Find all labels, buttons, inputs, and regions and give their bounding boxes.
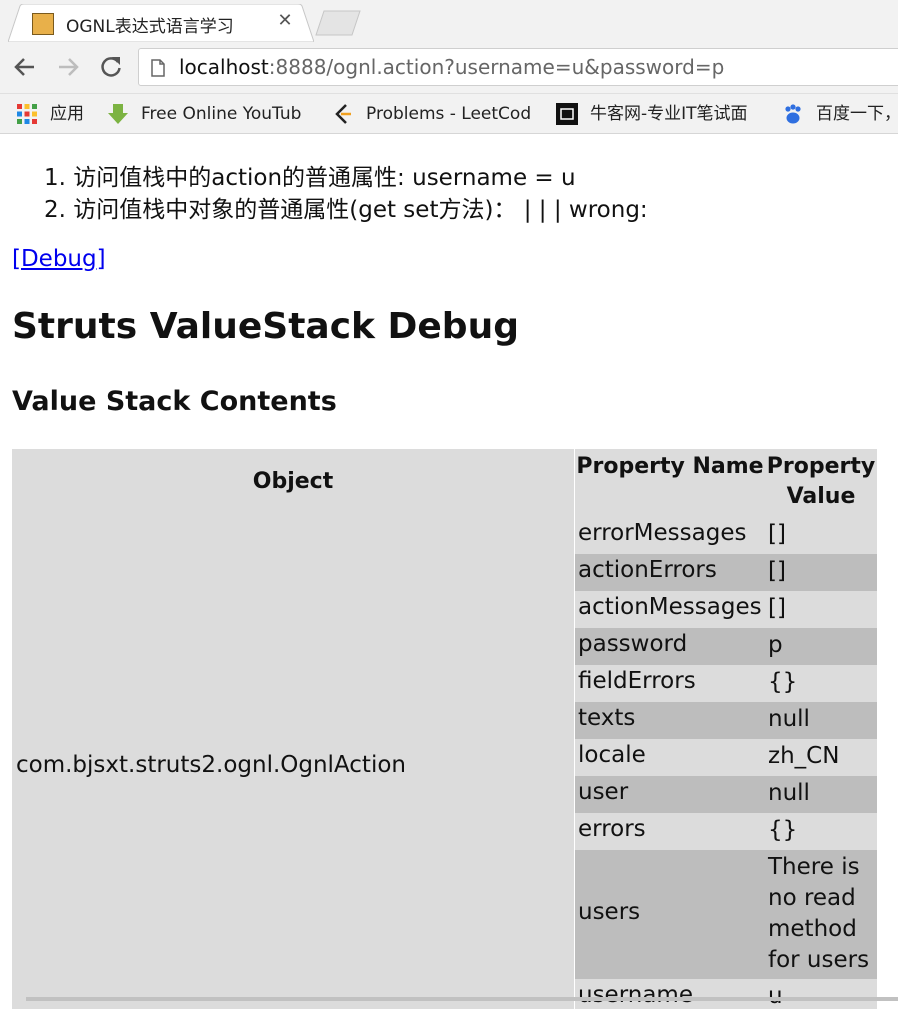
nowcoder-icon bbox=[556, 103, 578, 125]
property-value-cell: zh_CN bbox=[768, 743, 840, 769]
bookmark-baidu[interactable]: 百度一下， bbox=[782, 102, 898, 126]
address-bar[interactable]: localhost:8888/ognl.action?username=u&pa… bbox=[138, 48, 898, 86]
table-row: locale zh_CN bbox=[575, 739, 877, 776]
header-property-name: Property Name bbox=[576, 454, 764, 479]
property-value-cell: [] bbox=[768, 595, 786, 621]
page-title: Struts ValueStack Debug bbox=[12, 306, 519, 347]
bookmarks-bar: 应用 Free Online YouTub Problems - LeetCod… bbox=[0, 94, 898, 134]
table-row: actionMessages[] bbox=[575, 591, 877, 628]
property-name-cell: users bbox=[578, 899, 641, 925]
list-item: 1. 访问值栈中的action的普通属性: username = u bbox=[44, 165, 576, 191]
url-host: localhost bbox=[179, 55, 269, 79]
property-value-cell: u bbox=[768, 983, 783, 1009]
value-stack-table: Object com.bjsxt.struts2.ognl.OgnlAction… bbox=[12, 449, 877, 1009]
header-object: Object bbox=[252, 469, 334, 494]
browser-toolbar: localhost:8888/ognl.action?username=u&pa… bbox=[0, 42, 898, 94]
list-item: 2. 访问值栈中对象的普通属性(get set方法)： | | | wrong: bbox=[44, 197, 648, 223]
bookmark-leetcode[interactable]: Problems - LeetCod bbox=[332, 102, 538, 126]
url-path: :8888/ognl.action?username=u&password=p bbox=[268, 55, 725, 79]
tab-strip: OGNL表达式语言学习 ✕ bbox=[0, 0, 898, 42]
apps-grid-icon bbox=[17, 104, 37, 124]
property-name-cell: texts bbox=[578, 705, 636, 731]
property-name-cell: errorMessages bbox=[578, 520, 747, 546]
new-tab-button[interactable] bbox=[314, 10, 364, 36]
table-row: errors {} bbox=[575, 813, 877, 850]
table-row: password p bbox=[575, 628, 877, 665]
property-name-cell: locale bbox=[578, 742, 646, 768]
bookmark-youtube[interactable]: Free Online YouTub bbox=[107, 102, 313, 126]
page-content: 1. 访问值栈中的action的普通属性: username = u 2. 访问… bbox=[0, 134, 898, 1009]
property-name-cell: actionErrors bbox=[578, 557, 717, 583]
table-row: users There is no read method for users bbox=[575, 850, 877, 979]
back-arrow-icon[interactable] bbox=[12, 54, 38, 80]
property-value-cell: p bbox=[768, 632, 783, 658]
tab-title: OGNL表达式语言学习 bbox=[66, 17, 234, 37]
property-value-cell: [] bbox=[768, 521, 786, 547]
table-row: errorMessages [] bbox=[575, 517, 877, 554]
table-row: texts null bbox=[575, 702, 877, 739]
url-text[interactable]: localhost:8888/ognl.action?username=u&pa… bbox=[179, 55, 724, 79]
object-column: Object com.bjsxt.struts2.ognl.OgnlAction bbox=[12, 449, 574, 1009]
bookmark-label: 应用 bbox=[50, 104, 84, 124]
download-arrow-icon bbox=[108, 104, 128, 124]
baidu-paw-icon bbox=[785, 104, 801, 124]
bookmark-label: Problems - LeetCod bbox=[366, 104, 532, 124]
table-row: username u bbox=[575, 979, 877, 1009]
property-name-cell: password bbox=[578, 631, 688, 657]
table-row: user null bbox=[575, 776, 877, 813]
property-name-cell: actionMessages bbox=[578, 594, 762, 620]
table-row: actionErrors [] bbox=[575, 554, 877, 591]
property-value-cell: null bbox=[768, 706, 810, 732]
ordered-list: 1. 访问值栈中的action的普通属性: username = u 2. 访问… bbox=[44, 162, 648, 226]
leetcode-icon bbox=[335, 104, 351, 124]
property-value-cell: [] bbox=[768, 558, 786, 584]
tab-favicon-icon bbox=[32, 13, 54, 35]
reload-icon[interactable] bbox=[98, 54, 124, 80]
bookmark-label: 牛客网-专业IT笔试面 bbox=[590, 104, 748, 124]
browser-tab[interactable]: OGNL表达式语言学习 ✕ bbox=[8, 4, 314, 42]
property-name-cell: errors bbox=[578, 816, 646, 842]
bookmark-label: Free Online YouTub bbox=[141, 104, 302, 124]
bookmark-label: 百度一下， bbox=[816, 104, 898, 124]
property-name-cell: username bbox=[578, 982, 693, 1008]
property-value-cell: null bbox=[768, 780, 810, 806]
property-value-cell: {} bbox=[768, 817, 798, 843]
header-property-value: Property Value bbox=[766, 454, 876, 509]
property-value-cell: There is no read method for users bbox=[768, 854, 870, 973]
section-title: Value Stack Contents bbox=[12, 386, 337, 417]
object-class-name: com.bjsxt.struts2.ognl.OgnlAction bbox=[16, 752, 406, 778]
page-info-icon[interactable] bbox=[151, 59, 165, 77]
bookmark-apps[interactable]: 应用 bbox=[16, 102, 96, 126]
bookmark-nowcoder[interactable]: 牛客网-专业IT笔试面 bbox=[556, 102, 764, 126]
property-name-cell: user bbox=[578, 779, 629, 805]
tab-close-icon[interactable]: ✕ bbox=[274, 10, 296, 32]
debug-link[interactable]: [Debug] bbox=[12, 246, 106, 272]
forward-arrow-icon[interactable] bbox=[55, 54, 81, 80]
horizontal-scrollbar[interactable] bbox=[26, 997, 898, 1001]
property-name-cell: fieldErrors bbox=[578, 668, 696, 694]
table-row: fieldErrors {} bbox=[575, 665, 877, 702]
property-value-cell: {} bbox=[768, 669, 798, 695]
property-columns: Property Name Property Value errorMessag… bbox=[575, 449, 877, 1009]
